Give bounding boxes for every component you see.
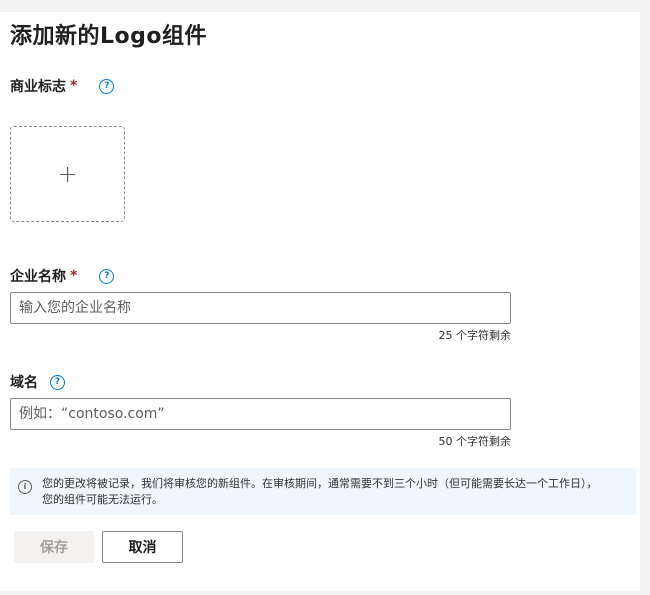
company-field-label-row: 企业名称 * ? [10,266,115,286]
domain-field-label-row: 域名 ? [10,372,65,392]
logo-upload-box[interactable]: + [10,126,125,222]
save-button[interactable]: 保存 [14,531,94,563]
company-name-input[interactable] [10,292,511,324]
question-circle-icon[interactable]: ? [99,78,115,94]
logo-field-label: 商业标志 [10,79,66,95]
cancel-button[interactable]: 取消 [102,531,183,563]
logo-widget-form: 添加新的Logo组件 商业标志 * ? + 企业名称 * ? 25 个字符剩余 … [0,12,640,591]
domain-input[interactable] [10,398,511,430]
domain-counter: 50 个字符剩余 [438,435,512,448]
info-circle-icon: i [18,480,32,494]
info-banner-text: 您的更改将被记录，我们将审核您的新组件。在审核期间，通常需要不到三个小时（但可能… [42,477,598,506]
page-title: 添加新的Logo组件 [10,24,207,49]
logo-field-label-row: 商业标志 * ? [10,76,115,96]
question-circle-icon[interactable]: ? [99,268,115,284]
question-circle-icon[interactable]: ? [50,374,65,390]
domain-field-label: 域名 [10,375,38,391]
required-mark: * [70,268,78,284]
plus-icon: + [57,160,78,188]
required-mark: * [70,78,78,94]
company-field-label: 企业名称 [10,269,66,285]
info-banner: i 您的更改将被记录，我们将审核您的新组件。在审核期间，通常需要不到三个小时（但… [10,468,636,515]
company-name-counter: 25 个字符剩余 [438,329,512,342]
